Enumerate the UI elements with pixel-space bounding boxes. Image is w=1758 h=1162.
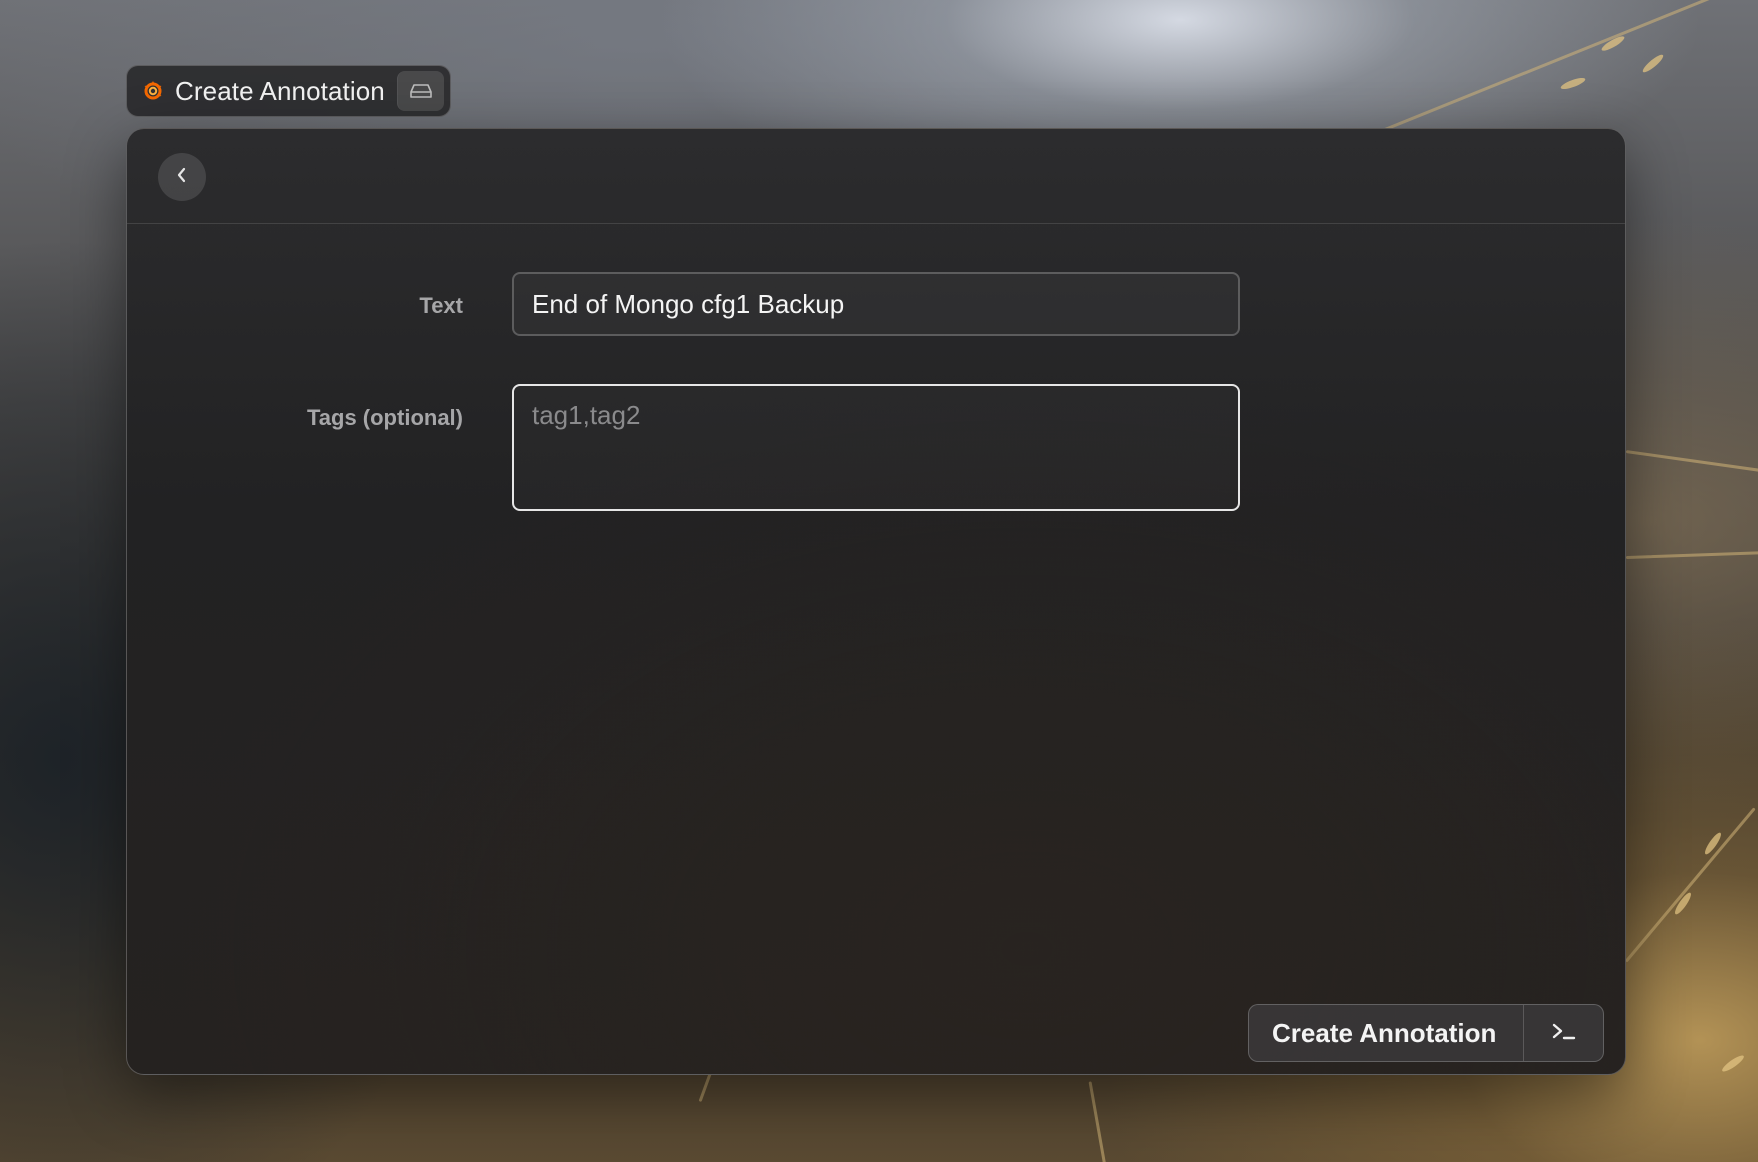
- window-title: Create Annotation: [175, 75, 385, 106]
- grass-stalk: [1379, 0, 1758, 133]
- grass-seed: [1640, 52, 1666, 75]
- actions-shortcut-button[interactable]: [1524, 1005, 1603, 1061]
- create-annotation-button[interactable]: Create Annotation: [1249, 1005, 1525, 1061]
- window-header: [127, 129, 1625, 224]
- terminal-icon: [1551, 1021, 1577, 1046]
- chevron-left-icon: [175, 166, 189, 189]
- grass-stalk: [1625, 450, 1758, 473]
- grass-seed: [1702, 830, 1724, 857]
- grafana-icon: [141, 79, 165, 103]
- grass-seed: [1559, 75, 1587, 92]
- create-annotation-window: Text Tags (optional) Create Annotation: [126, 128, 1626, 1075]
- grass-stalk: [1088, 1081, 1113, 1162]
- drive-icon[interactable]: [396, 71, 444, 111]
- back-button[interactable]: [158, 153, 206, 201]
- tags-field-label: Tags (optional): [306, 405, 463, 430]
- grass-stalk: [1625, 551, 1758, 559]
- grass-stalk: [1624, 807, 1756, 963]
- text-field[interactable]: [512, 272, 1240, 336]
- grass-seed: [1720, 1053, 1746, 1074]
- text-field-label: Text: [419, 293, 463, 318]
- action-bar: Create Annotation: [1248, 1004, 1605, 1062]
- tags-field[interactable]: [512, 384, 1240, 511]
- title-pill: Create Annotation: [126, 65, 451, 117]
